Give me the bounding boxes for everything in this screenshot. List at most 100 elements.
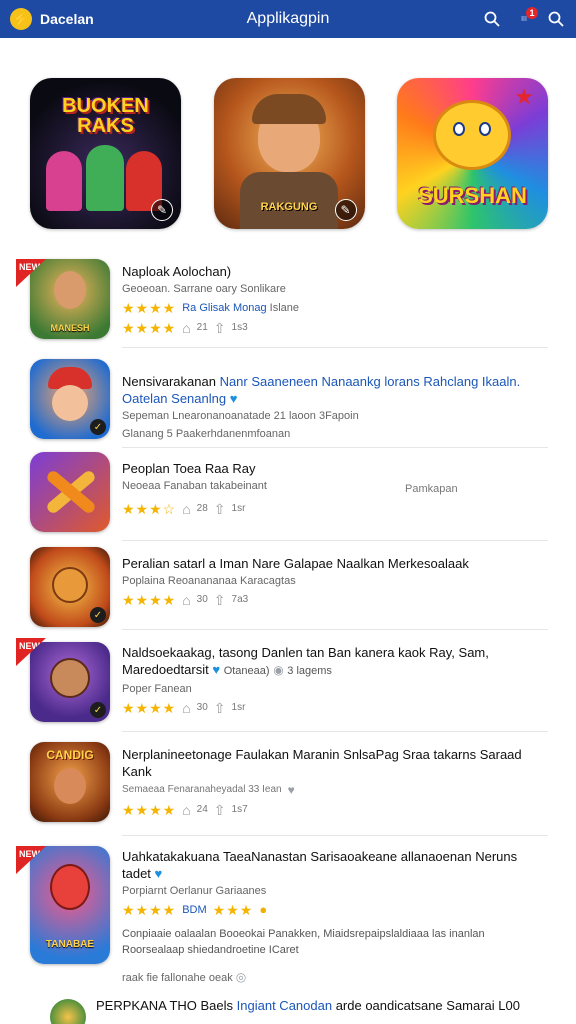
download-count: 30 <box>196 594 208 605</box>
app-icon-label: TANABAE <box>45 939 95 950</box>
upvote-icon: ⇧ <box>213 592 226 608</box>
list-item[interactable]: MANESH NEW Naploak Aolochan) Geoeoan. Sa… <box>0 255 576 348</box>
app-title: Peoplan Toea Raa Ray <box>122 461 256 476</box>
verified-icon: ♥ <box>154 866 163 881</box>
app-icon: ✓ <box>30 547 110 627</box>
download-icon: ⌂ <box>182 700 191 716</box>
download-count: 21 <box>196 322 208 333</box>
developer-link[interactable]: Ra Glisak Monag <box>182 302 266 314</box>
list-item[interactable]: Peoplan Toea Raa Ray Neoeaa Fanaban taka… <box>0 450 576 541</box>
upvote-icon: ⇧ <box>213 501 226 517</box>
developer-link[interactable]: Oatelan Senanlng <box>122 391 226 406</box>
character-face <box>54 768 86 804</box>
app-title-line2: Oatelan Senanlng ♥ <box>122 390 548 407</box>
edit-badge-icon: ✎ <box>151 199 173 221</box>
publisher-link[interactable]: BDM <box>182 900 206 920</box>
list-item[interactable]: ✓ Peralian satarl a Iman Nare Galapae Na… <box>0 545 576 635</box>
featured-tile-1[interactable]: BUOKEN RAKS ✎ <box>30 78 181 229</box>
featured-tile-title: BUOKEN RAKS <box>62 95 149 137</box>
hero-hair <box>251 94 326 124</box>
vote-count: 1s7 <box>231 804 248 815</box>
divider <box>122 835 548 836</box>
search-icon-secondary[interactable] <box>546 9 566 29</box>
app-title: Nerplanineetonage Faulakan Maranin Snlsa… <box>122 747 522 779</box>
upvote-icon: ⇧ <box>213 700 226 716</box>
app-subtitle: Semaeaa Fenaranaheyadal 33 Iean <box>122 784 282 795</box>
divider <box>122 347 548 348</box>
app-logo-icon[interactable]: ⚡ <box>10 8 32 30</box>
list-item[interactable]: ✓ Nensivarakanan Nanr Saaneneen Nanaankg… <box>0 355 576 448</box>
app-subtitle: Geoeoan. Sarrane oary Sonlikare <box>122 283 286 295</box>
app-subtitle: Poper Fanean <box>122 683 192 695</box>
mascot-eye <box>479 122 491 136</box>
divider <box>122 731 548 732</box>
featured-tile-3[interactable]: ★ SURSHAN <box>397 78 548 229</box>
notification-badge: 1 <box>526 7 538 19</box>
character-face <box>52 567 88 603</box>
more-icon: ◎ <box>235 970 247 984</box>
download-icon: ⌂ <box>182 320 191 336</box>
vote-count: 1s3 <box>231 322 248 333</box>
list-item[interactable]: PERPKANA THO Baels Ingiant Canodan arde … <box>0 995 576 1024</box>
app-subtitle: Sepeman Lnearonanoanatade 21 laoon 3Fapo… <box>122 410 359 422</box>
app-subtitle-text: Neoeaa Fanaban takabeinant <box>122 480 267 492</box>
app-title-line2: Maredoedtarsit ♥ Otaneaa) ◉ 3 lagems <box>122 661 548 680</box>
app-title: Uahkatakakuana TaeaNanastan Sarisaoakean… <box>122 848 548 882</box>
app-icon <box>50 999 86 1024</box>
list-item[interactable]: TANABAE NEW Uahkatakakuana TaeaNanastan … <box>0 842 576 992</box>
app-title-text: Uahkatakakuana TaeaNanastan Sarisaoakean… <box>122 849 518 881</box>
app-title-part: Nensivarakanan <box>122 374 220 389</box>
character-face <box>52 385 88 421</box>
character-figure <box>86 145 124 211</box>
app-title-part: Maredoedtarsit <box>122 662 209 677</box>
download-icon: ⌂ <box>182 592 191 608</box>
app-title: Naploak Aolochan) <box>122 264 232 279</box>
download-icon: ⌂ <box>182 501 191 517</box>
download-count: 28 <box>196 503 208 514</box>
upvote-icon: ⇧ <box>213 320 226 336</box>
character-figure <box>54 271 86 309</box>
category-tag: Pamkapan <box>405 483 458 495</box>
character-figure <box>46 151 82 211</box>
upvote-icon: ⇧ <box>213 802 226 818</box>
rating-stars: ★★★★ <box>122 700 177 716</box>
app-title-part: Ingiant Canodan <box>236 998 333 1013</box>
app-icon: ✓ <box>30 642 110 722</box>
notifications-icon[interactable]: III 1 <box>514 7 538 29</box>
verified-icon: ♥ <box>229 391 238 406</box>
edit-badge-icon: ✎ <box>334 199 357 221</box>
app-meta: Glanang 5 Paakerhdanenmfoanan <box>122 428 291 440</box>
vote-count: 1sr <box>231 702 246 713</box>
app-title-part: PERPKANA THO Baels <box>96 998 237 1013</box>
featured-tile-title: SURSHAN <box>418 183 527 208</box>
app-subtitle: Porpiarnt Oerlanur Gariaanes <box>122 885 267 897</box>
see-more-link[interactable]: raak fie fallonahe oeak ◎ <box>122 968 548 987</box>
app-icon: MANESH <box>30 259 110 339</box>
featured-tile-2[interactable]: RAKGUNG ✎ <box>213 78 365 229</box>
app-title: PERPKANA THO Baels Ingiant Canodan arde … <box>96 997 548 1014</box>
divider <box>122 540 548 541</box>
verified-badge-icon: ✓ <box>90 607 106 623</box>
search-icon[interactable] <box>482 9 502 29</box>
rating-stars: ★★★☆ <box>122 501 177 517</box>
developer-suffix: Islane <box>269 302 299 314</box>
verified-badge-icon: ✓ <box>90 419 106 435</box>
list-item[interactable]: ✓ NEW Naldsoekaakag, tasong Danlen tan B… <box>0 638 576 733</box>
app-subtitle: Neoeaa Fanaban takabeinant <box>122 477 548 495</box>
app-title-part: Nanr Saaneneen Nanaankg lorans Rahclang … <box>219 374 521 389</box>
mascot-eye <box>453 122 465 136</box>
app-icon-title: CANDIG <box>46 748 94 762</box>
app-icon: TANABAE <box>30 846 110 964</box>
vote-count: 1sr <box>231 503 246 514</box>
rating-stars: ★★★★ <box>122 902 177 918</box>
star-icon: ★ <box>514 84 534 109</box>
vote-count: 7a3 <box>231 594 249 605</box>
cat-mascot <box>433 100 511 170</box>
app-subtitle: Poplaina Reoanananaa Karacagtas <box>122 575 296 587</box>
app-icon: CANDIG <box>30 742 110 822</box>
list-item[interactable]: CANDIG Nerplanineetonage Faulakan Marani… <box>0 740 576 836</box>
divider <box>122 447 548 448</box>
heart-icon: ◉ <box>273 663 284 677</box>
rating-stars: ★★★★ <box>122 802 177 818</box>
rating-stars: ★★★★ <box>122 300 177 316</box>
